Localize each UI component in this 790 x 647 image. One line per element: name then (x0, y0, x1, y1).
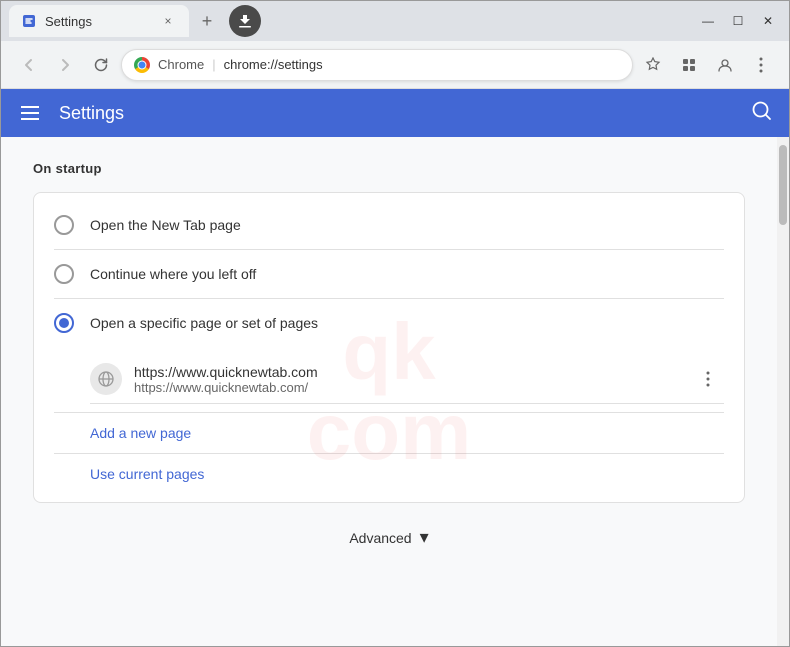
nav-bar: Chrome | chrome://settings (1, 41, 789, 89)
startup-options-card: Open the New Tab page Continue where you… (33, 192, 745, 503)
extensions-button[interactable] (673, 49, 705, 81)
page-url-primary: https://www.quicknewtab.com (134, 364, 692, 380)
content-area: qkcom On startup Open the New Tab page C… (1, 137, 789, 646)
tab-close-button[interactable]: × (159, 12, 177, 30)
page-more-button[interactable] (692, 363, 724, 395)
profile-button[interactable] (709, 49, 741, 81)
tab-title: Settings (45, 14, 151, 29)
advanced-section: Advanced ▾ (33, 503, 745, 572)
active-tab[interactable]: Settings × (9, 5, 189, 37)
specific-page-option[interactable]: Open a specific page or set of pages (34, 299, 744, 347)
new-tab-radio[interactable] (54, 215, 74, 235)
new-tab-button[interactable]: + (193, 7, 221, 35)
startup-pages-list: https://www.quicknewtab.com https://www.… (34, 347, 744, 412)
scrollbar-thumb[interactable] (779, 145, 787, 225)
on-startup-section: On startup Open the New Tab page Continu… (1, 137, 777, 596)
advanced-chevron-icon[interactable]: ▾ (420, 527, 429, 548)
settings-search-button[interactable] (751, 100, 773, 127)
startup-page-item: https://www.quicknewtab.com https://www.… (90, 355, 724, 404)
address-source: Chrome (158, 57, 204, 72)
address-separator: | (212, 57, 215, 72)
download-indicator[interactable] (229, 5, 261, 37)
maximize-button[interactable]: ☐ (725, 8, 751, 34)
scrollbar-track (777, 137, 789, 646)
address-url: chrome://settings (224, 57, 323, 72)
settings-page-title: Settings (59, 103, 124, 124)
close-button[interactable]: ✕ (755, 8, 781, 34)
settings-header: Settings (1, 89, 789, 137)
tab-favicon (21, 13, 37, 29)
window-controls: — ☐ ✕ (695, 8, 781, 34)
use-current-pages-button[interactable]: Use current pages (34, 454, 744, 494)
main-content: qkcom On startup Open the New Tab page C… (1, 137, 777, 646)
on-startup-title: On startup (33, 161, 745, 176)
continue-option[interactable]: Continue where you left off (34, 250, 744, 298)
hamburger-menu-button[interactable] (17, 102, 43, 124)
specific-page-label: Open a specific page or set of pages (90, 315, 318, 331)
continue-radio[interactable] (54, 264, 74, 284)
address-bar[interactable]: Chrome | chrome://settings (121, 49, 633, 81)
bookmark-star-button[interactable] (637, 49, 669, 81)
browser-window: Settings × + — ☐ ✕ Chrome | (0, 0, 790, 647)
address-favicon (134, 57, 150, 73)
page-url-info: https://www.quicknewtab.com https://www.… (134, 364, 692, 395)
advanced-label: Advanced (349, 530, 411, 546)
forward-button[interactable] (49, 49, 81, 81)
continue-label: Continue where you left off (90, 266, 256, 282)
new-tab-option[interactable]: Open the New Tab page (34, 201, 744, 249)
radio-selected-indicator (59, 318, 69, 328)
minimize-button[interactable]: — (695, 8, 721, 34)
specific-page-radio[interactable] (54, 313, 74, 333)
more-menu-button[interactable] (745, 49, 777, 81)
title-bar: Settings × + — ☐ ✕ (1, 1, 789, 41)
back-button[interactable] (13, 49, 45, 81)
add-new-page-button[interactable]: Add a new page (34, 413, 744, 453)
new-tab-label: Open the New Tab page (90, 217, 241, 233)
reload-button[interactable] (85, 49, 117, 81)
page-url-secondary: https://www.quicknewtab.com/ (134, 380, 692, 395)
page-globe-icon (90, 363, 122, 395)
